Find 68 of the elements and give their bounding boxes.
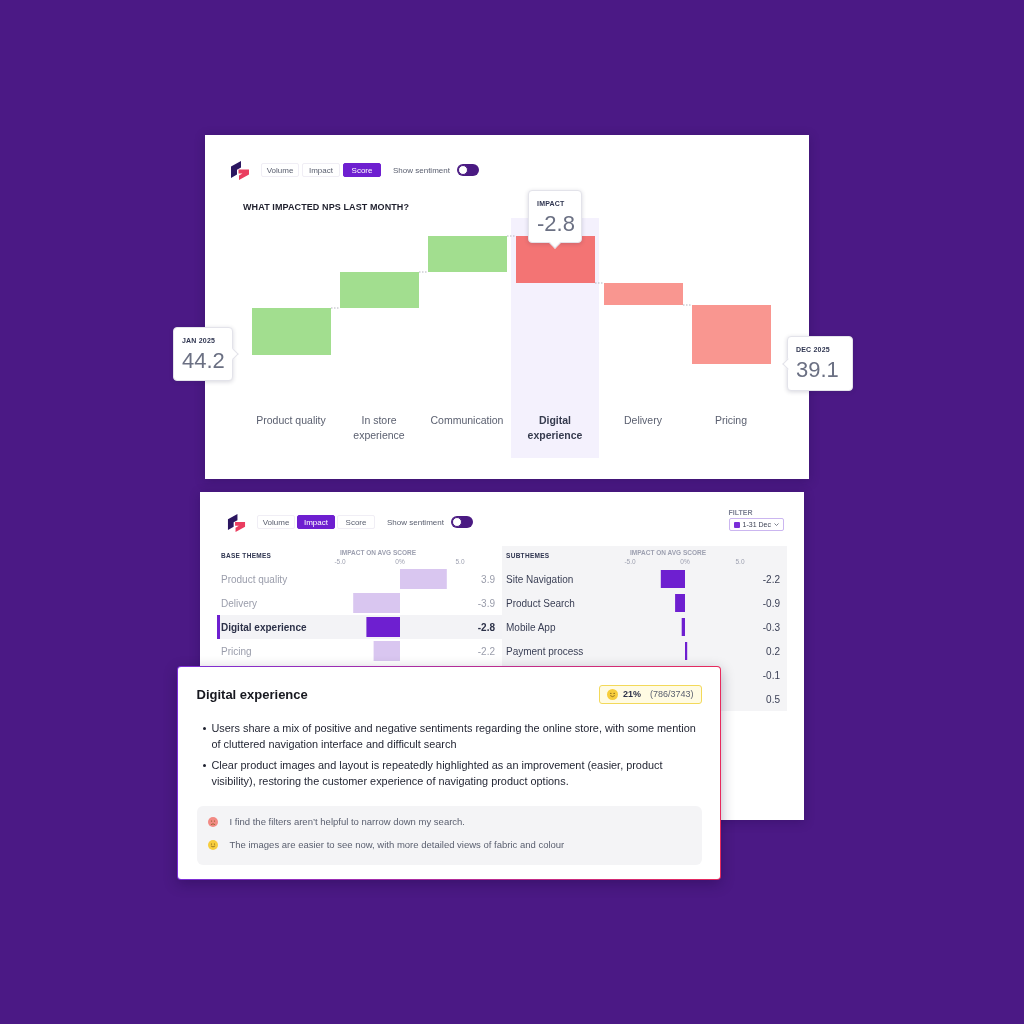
sentiment-toggle[interactable]: [456, 164, 479, 176]
impact-value: -2.2: [477, 645, 495, 657]
theme-name: Product quality: [221, 573, 288, 585]
quote-text: I find the filters aren’t helpful to narrow down my search.: [229, 816, 465, 827]
callout-value: -2.8: [537, 212, 575, 236]
impact-value: -2.8: [477, 621, 495, 633]
chart-title: WHAT IMPACTED NPS LAST MONTH?: [243, 201, 410, 214]
callout-value: 44.2: [182, 349, 225, 373]
impact-bar: [660, 570, 685, 588]
impact-value: 0.2: [766, 645, 780, 657]
impact-value: -2.2: [762, 573, 780, 585]
view-tab[interactable]: Impact: [297, 515, 335, 529]
bullet-icon: [202, 763, 206, 767]
theme-name: Mobile App: [506, 621, 556, 633]
logo-icon: [227, 512, 246, 532]
theme-name: Digital experience: [221, 621, 307, 633]
impact-value: -0.3: [762, 621, 780, 633]
impact-value: -0.9: [762, 597, 780, 609]
summary-text: Users share a mix of positive and negative sentiments regarding the online store, with some mention of cluttered navigation interface and difficult search: [211, 720, 697, 752]
view-tab[interactable]: Score: [343, 163, 381, 177]
view-tab[interactable]: Score: [337, 515, 375, 529]
sentiment-count: (786/3743): [649, 689, 694, 699]
bullet-icon: [202, 726, 206, 730]
calendar-icon: [733, 521, 740, 528]
connector-line: [330, 307, 341, 309]
theme-row[interactable]: Digital experience -2.8: [217, 615, 502, 639]
category-label: Delivery: [623, 413, 663, 428]
sad-face-icon: [207, 816, 218, 827]
category-label: Digital experience: [526, 413, 584, 443]
view-tab[interactable]: Impact: [302, 163, 340, 177]
smiley-icon: [606, 688, 618, 700]
view-tab[interactable]: Volume: [257, 515, 295, 529]
sentiment-percent: 21%: [622, 689, 641, 699]
impact-bar: [373, 641, 400, 661]
theme-name: Site Navigation: [506, 573, 574, 585]
category-label: Pricing: [713, 413, 749, 428]
theme-name: Product Search: [506, 597, 575, 609]
connector-line: [418, 271, 429, 273]
callout-value: 39.1: [796, 358, 839, 382]
theme-name: Payment process: [506, 645, 584, 657]
impact-bar: [685, 642, 688, 660]
impact-bar: [353, 593, 400, 613]
category-label: Product quality: [255, 413, 327, 428]
impact-value: 3.9: [481, 573, 495, 585]
smiley-icon: [207, 839, 218, 850]
connector-line: [682, 304, 693, 306]
toggle-label: Show sentiment: [387, 517, 444, 527]
connector-line: [506, 235, 517, 237]
quote-text: The images are easier to see now, with more detailed views of fabric and colour: [229, 839, 565, 850]
chevron-down-icon: [774, 523, 779, 526]
impact-value: 0.5: [766, 693, 780, 705]
impact-value: -0.1: [762, 669, 780, 681]
theme-name: Pricing: [221, 645, 252, 657]
impact-bar: [681, 618, 685, 636]
impact-value: -3.9: [477, 597, 495, 609]
popup-title: Digital experience: [196, 686, 308, 702]
impact-bar: [675, 594, 685, 612]
impact-bar: [400, 569, 447, 589]
theme-name: Delivery: [221, 597, 258, 609]
toggle-label: Show sentiment: [393, 165, 450, 175]
impact-bar: [366, 617, 400, 637]
view-tab[interactable]: Volume: [261, 163, 299, 177]
category-label: In store experience: [352, 413, 406, 443]
sentiment-toggle[interactable]: [450, 516, 473, 528]
connector-line: [594, 282, 605, 284]
category-label: Communication: [429, 413, 505, 428]
summary-text: Clear product images and layout is repeatedly highlighted as an improvement (easier, product visibility), restoring the customer experience of navigating product options.: [211, 757, 664, 789]
logo-icon: [230, 160, 250, 180]
